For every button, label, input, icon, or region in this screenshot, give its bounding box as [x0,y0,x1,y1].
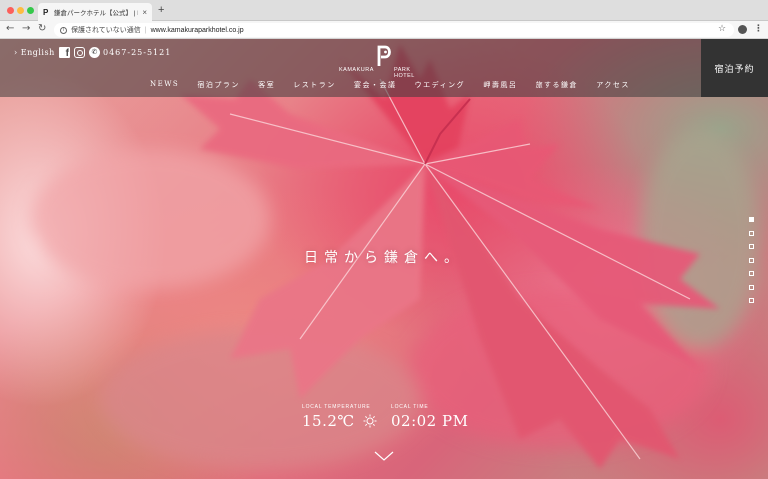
time-value: 02:02 PM [391,412,469,430]
nav-item-plans[interactable]: 宿泊プラン [197,80,240,90]
address-bar[interactable]: i 保護されていない通信 | www.kamakuraparkhotel.co.… [54,23,734,37]
slide-dot[interactable] [749,271,754,276]
new-tab-button[interactable]: + [158,4,164,16]
browser-menu-icon[interactable]: ⋮ [754,24,763,34]
security-status: 保護されていない通信 [71,27,141,34]
profile-avatar-icon[interactable] [738,25,747,34]
nav-item-wedding[interactable]: ウエディング [415,80,466,90]
browser-tab[interactable]: P 鎌倉パークホテル【公式】 | KA × [38,3,152,21]
slide-dot[interactable] [749,284,754,290]
logo-text-park-hotel: PARK HOTEL [394,67,415,79]
local-time: LOCAL TIME 02:02 PM [391,404,468,430]
main-nav: NEWS 宿泊プラン 客室 レストラン 宴会・会議 ウエディング 岬壽風呂 旅す… [150,80,630,90]
slide-dot[interactable] [749,217,754,222]
logo-mark-icon [377,45,391,66]
browser-tab-bar: P 鎌倉パークホテル【公式】 | KA × + [0,0,768,21]
nav-item-news[interactable]: NEWS [150,80,179,90]
favicon-icon: P [43,7,49,17]
slide-dot[interactable] [749,298,754,303]
temperature-label: LOCAL TEMPERATURE [302,404,371,410]
forward-arrow-icon[interactable]: → [22,23,30,34]
nav-item-banquet[interactable]: 宴会・会議 [354,80,397,90]
facebook-icon[interactable]: f [59,47,70,59]
nav-item-access[interactable]: アクセス [596,80,630,90]
slide-pagination [749,217,755,312]
nav-item-rooms[interactable]: 客室 [258,80,275,90]
phone-number[interactable]: 0467-25-5121 [103,48,171,57]
english-link[interactable]: › English [14,48,55,57]
time-label: LOCAL TIME [391,404,429,410]
info-icon[interactable]: i [60,26,67,34]
slide-dot[interactable] [749,244,754,249]
tab-title: 鎌倉パークホテル【公式】 | KA [54,10,139,17]
instagram-icon[interactable] [74,47,85,58]
bookmark-star-icon[interactable]: ☆ [718,24,726,34]
url-text[interactable]: www.kamakuraparkhotel.co.jp [151,27,244,34]
nav-item-restaurant[interactable]: レストラン [293,80,336,90]
slide-dot[interactable] [749,230,754,236]
book-stay-button[interactable]: 宿泊予約 [701,39,768,97]
phone-icon[interactable]: ✆ [89,47,100,58]
close-window-button[interactable] [7,7,14,14]
browser-toolbar: ← → ↻ i 保護されていない通信 | www.kamakuraparkhot… [0,21,768,39]
maximize-window-button[interactable] [27,7,34,14]
minimize-window-button[interactable] [17,7,24,14]
tab-close-icon[interactable]: × [142,8,147,17]
local-temperature: LOCAL TEMPERATURE 15.2℃ [302,404,377,430]
slide-dot[interactable] [749,257,754,263]
nav-item-travel[interactable]: 旅する鎌倉 [536,80,579,90]
reload-icon[interactable]: ↻ [38,23,46,34]
divider: | [144,26,147,34]
logo-text-kamakura: KAMAKURA [339,67,374,73]
nav-item-bath[interactable]: 岬壽風呂 [483,80,517,90]
sun-icon [363,414,377,428]
site-logo[interactable]: KAMAKURA PARK HOTEL [337,45,431,79]
chevron-down-icon[interactable] [373,449,395,463]
back-arrow-icon[interactable]: ← [6,23,14,34]
temperature-value: 15.2℃ [302,412,355,430]
hero-section: › English f ✆ 0467-25-5121 KAMAKURA PARK… [0,39,768,479]
hero-tagline: 日常から鎌倉へ。 [304,250,464,266]
